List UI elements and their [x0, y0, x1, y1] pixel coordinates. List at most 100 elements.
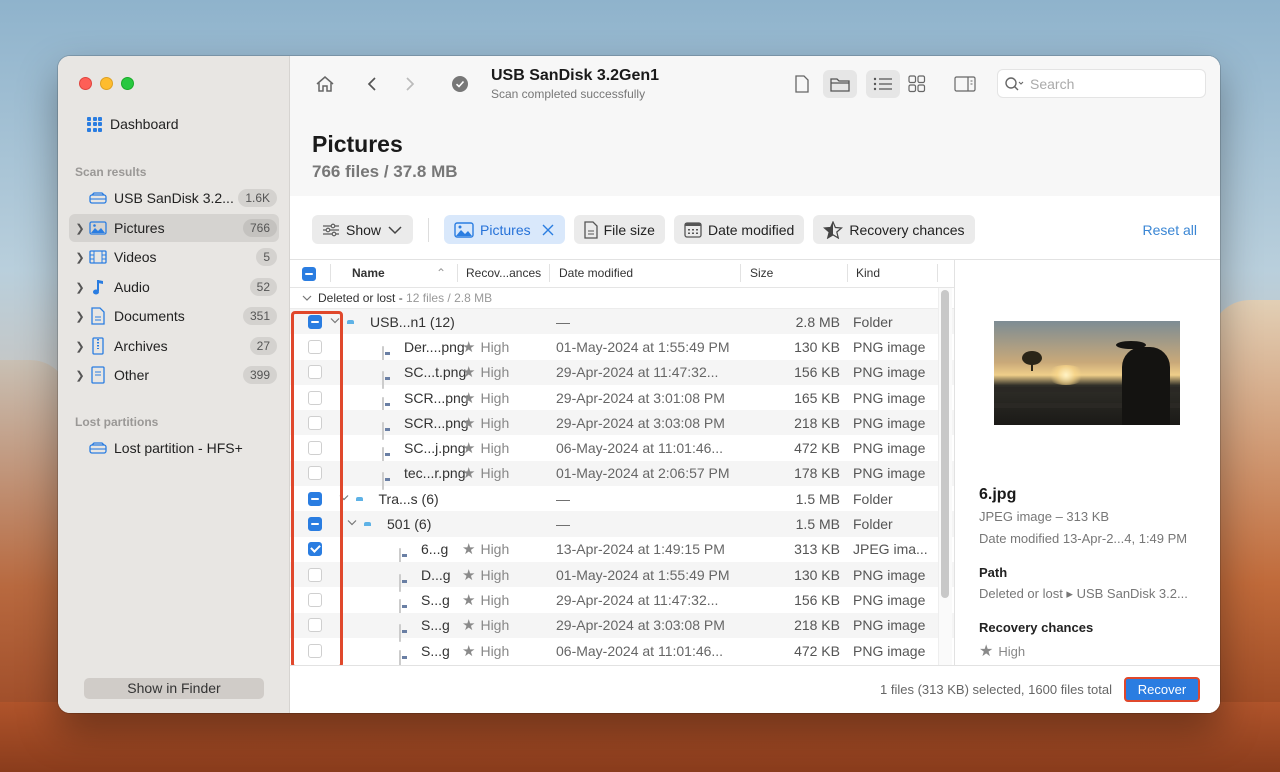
- file-row[interactable]: SCR...png ★ High 29-Apr-2024 at 3:01:08 PM 1…: [290, 385, 954, 415]
- sidebar-item-documents[interactable]: ❯ Documents 351: [69, 302, 279, 330]
- sort-ascending-icon[interactable]: ⌃: [436, 266, 446, 280]
- folder-row[interactable]: Tra...s (6) — 1.5 MB Folder: [290, 486, 954, 511]
- row-checkbox[interactable]: [308, 517, 322, 532]
- chevron-down-icon[interactable]: [347, 519, 357, 530]
- column-header-kind[interactable]: Kind: [856, 266, 880, 280]
- select-all-checkbox[interactable]: [302, 267, 316, 281]
- page-subtitle: 766 files / 37.8 MB: [312, 162, 458, 181]
- sidebar-item-videos[interactable]: ❯ Videos 5: [69, 243, 279, 271]
- star-icon: ★: [462, 566, 476, 584]
- file-kind: Folder: [853, 516, 893, 533]
- column-header-size[interactable]: Size: [750, 266, 773, 280]
- recovery-chance: ★ High: [462, 541, 510, 559]
- row-checkbox[interactable]: [308, 390, 322, 405]
- row-checkbox[interactable]: [308, 314, 322, 329]
- file-size-filter-button[interactable]: File size: [573, 215, 665, 244]
- row-checkbox[interactable]: [308, 415, 322, 430]
- chevron-right-icon[interactable]: ❯: [73, 310, 87, 323]
- reset-all-link[interactable]: Reset all: [1143, 222, 1197, 238]
- folder-row[interactable]: 501 (6) — 1.5 MB Folder: [290, 511, 954, 537]
- folder-row[interactable]: USB...n1 (12) — 2.8 MB Folder: [290, 309, 954, 335]
- row-checkbox[interactable]: [308, 618, 322, 633]
- row-checkbox[interactable]: [308, 542, 322, 557]
- date-modified: 06-May-2024 at 11:01:46...: [556, 440, 724, 457]
- row-checkbox[interactable]: [308, 643, 322, 658]
- file-size: 218 KB: [794, 414, 840, 431]
- list-view-button[interactable]: [866, 70, 900, 98]
- recovery-chances-filter-button[interactable]: Recovery chances: [813, 215, 975, 244]
- list-icon: [873, 77, 892, 91]
- pictures-filter-chip[interactable]: Pictures: [444, 215, 565, 244]
- file-row[interactable]: S...g ★ High 06-May-2024 at 11:01:46... 472 …: [290, 638, 954, 665]
- scrollbar-thumb[interactable]: [941, 290, 949, 598]
- zoom-window-button[interactable]: [121, 77, 134, 90]
- minimize-window-button[interactable]: [100, 77, 113, 90]
- count-badge: 1.6K: [238, 189, 277, 207]
- folder-view-button[interactable]: [823, 70, 857, 98]
- file-row[interactable]: tec...r.png ★ High 01-May-2024 at 2:06:57 P…: [290, 460, 954, 491]
- search-field[interactable]: Search: [997, 69, 1206, 98]
- file-row[interactable]: D...g ★ High 01-May-2024 at 1:55:49 PM 130 K…: [290, 561, 954, 592]
- file-row[interactable]: SC...j.png ★ High 06-May-2024 at 11:01:46..…: [290, 435, 954, 466]
- chevron-down-icon[interactable]: [339, 493, 349, 504]
- row-checkbox[interactable]: [308, 365, 322, 380]
- home-button[interactable]: [310, 70, 340, 98]
- star-icon: ★: [462, 591, 476, 609]
- file-kind: PNG image: [853, 440, 926, 457]
- file-row[interactable]: 6...g ★ High 13-Apr-2024 at 1:49:15 PM 313 K…: [290, 537, 954, 567]
- date-modified-filter-button[interactable]: Date modified: [673, 215, 805, 244]
- selection-status: 1 files (313 KB) selected, 1600 files to…: [880, 682, 1112, 697]
- count-badge: 5: [256, 248, 277, 266]
- show-in-finder-button[interactable]: Show in Finder: [84, 678, 264, 699]
- sidebar-item-audio[interactable]: ❯ Audio 52: [69, 273, 279, 301]
- file-row[interactable]: Der....png ★ High 01-May-2024 at 1:55:49 PM…: [290, 334, 954, 364]
- show-dropdown-button[interactable]: Show: [312, 215, 414, 244]
- document-icon: [87, 307, 109, 325]
- row-checkbox[interactable]: [308, 339, 322, 354]
- recover-button[interactable]: Recover: [1124, 677, 1200, 702]
- file-name: SC...j.png: [404, 440, 466, 457]
- sidebar-item-lost-partition[interactable]: Lost partition - HFS+: [69, 434, 279, 462]
- sidebar-item-dashboard[interactable]: Dashboard: [87, 116, 179, 132]
- file-row[interactable]: S...g ★ High 29-Apr-2024 at 3:03:08 PM 218 K…: [290, 612, 954, 643]
- back-button[interactable]: [357, 70, 387, 98]
- sidebar-item-pictures[interactable]: ❯ Pictures 766: [69, 214, 279, 242]
- chevron-right-icon[interactable]: ❯: [73, 281, 87, 294]
- row-checkbox[interactable]: [308, 441, 322, 456]
- file-row[interactable]: SC...t.png ★ High 29-Apr-2024 at 11:47:32..…: [290, 359, 954, 390]
- row-checkbox[interactable]: [308, 466, 322, 481]
- file-row[interactable]: SCR...png ★ High 29-Apr-2024 at 3:03:08 PM 2…: [290, 410, 954, 440]
- sidebar-item-other[interactable]: ❯ Other 399: [69, 361, 279, 389]
- date-modified: 13-Apr-2024 at 1:49:15 PM: [556, 541, 725, 558]
- date-modified: 29-Apr-2024 at 11:47:32...: [556, 364, 719, 381]
- sidebar-item-archives[interactable]: ❯ Archives 27: [69, 332, 279, 360]
- sidebar-item-usb-sandisk-3-2[interactable]: USB SanDisk 3.2... 1.6K: [69, 184, 279, 212]
- chevron-down-icon[interactable]: [330, 316, 340, 327]
- star-icon: ★: [462, 338, 476, 356]
- date-modified: 29-Apr-2024 at 3:01:08 PM: [556, 389, 725, 406]
- file-view-button[interactable]: [787, 70, 817, 98]
- sidebar-item-label: Documents: [114, 308, 185, 324]
- chevron-right-icon[interactable]: ❯: [73, 222, 87, 235]
- file-kind: PNG image: [853, 338, 926, 355]
- column-header-recovery[interactable]: Recov...ances: [466, 266, 541, 280]
- row-checkbox[interactable]: [308, 567, 322, 582]
- row-checkbox[interactable]: [308, 592, 322, 607]
- file-name: USB...n1 (12): [370, 313, 455, 330]
- grid-view-button[interactable]: [902, 70, 932, 98]
- chevron-right-icon[interactable]: ❯: [73, 369, 87, 382]
- column-header-name[interactable]: Name: [352, 266, 385, 280]
- file-kind: PNG image: [853, 364, 926, 381]
- half-star-icon: [823, 220, 844, 239]
- chevron-right-icon[interactable]: ❯: [73, 251, 87, 264]
- chevron-right-icon[interactable]: ❯: [73, 340, 87, 353]
- count-badge: 766: [242, 219, 277, 237]
- file-row[interactable]: S...g ★ High 29-Apr-2024 at 11:47:32... 156 …: [290, 587, 954, 617]
- group-deleted-or-lost[interactable]: Deleted or lost - 12 files / 2.8 MB: [290, 288, 954, 309]
- column-header-date[interactable]: Date modified: [559, 266, 633, 280]
- forward-button[interactable]: [395, 70, 425, 98]
- close-window-button[interactable]: [79, 77, 92, 90]
- row-checkbox[interactable]: [308, 491, 322, 506]
- preview-panel-toggle[interactable]: [950, 70, 980, 98]
- date-modified: 29-Apr-2024 at 11:47:32...: [556, 591, 719, 608]
